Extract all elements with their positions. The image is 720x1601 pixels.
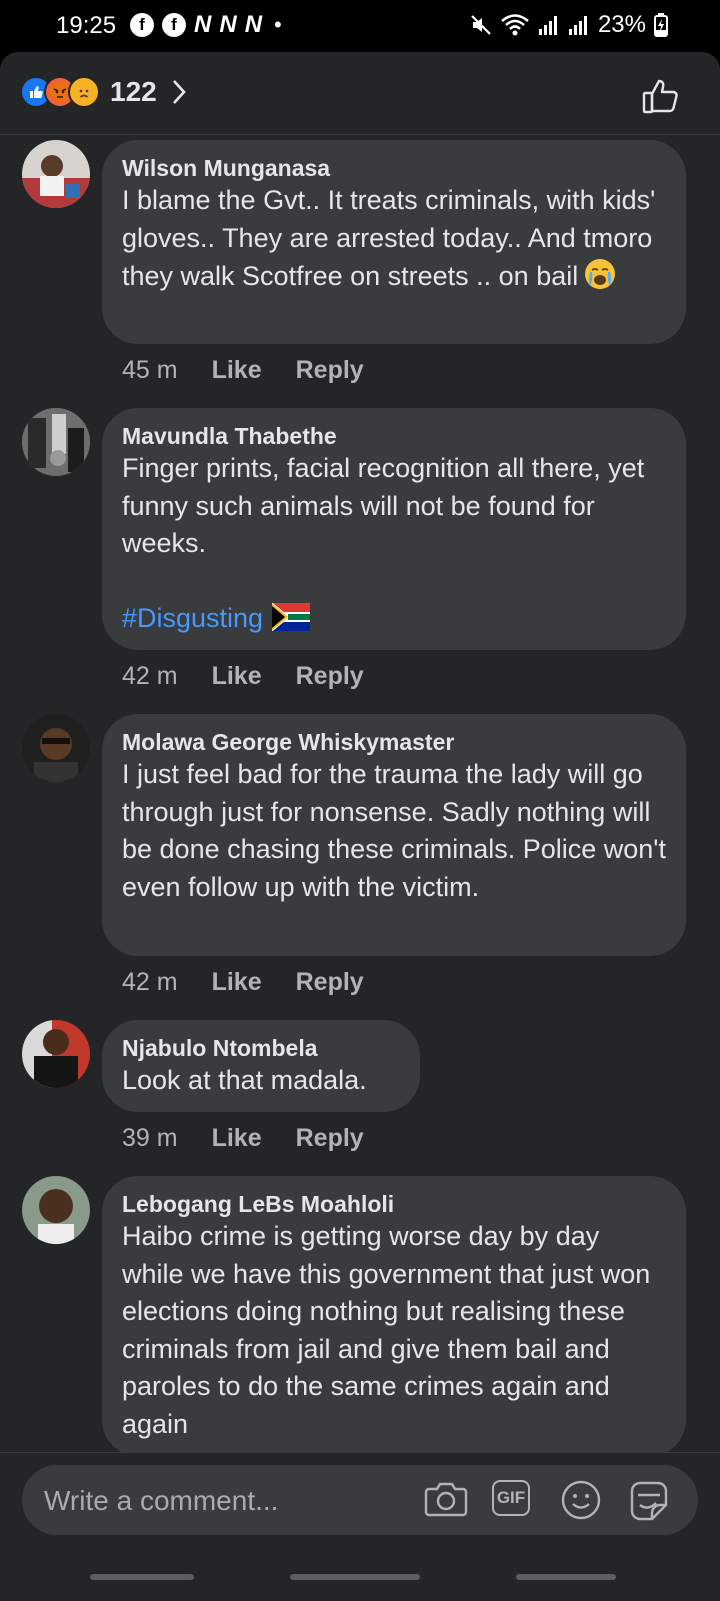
status-time: 19:25 [56,12,117,39]
comments-header: 122 [0,52,720,135]
nav-gesture-left [90,1574,194,1580]
commenter-name[interactable]: Lebogang LeBs Moahloli [122,1190,666,1218]
reply-button[interactable]: Reply [296,356,364,385]
avatar[interactable] [22,1020,90,1088]
sad-reaction-icon [68,76,100,108]
wifi-icon [501,14,529,36]
gif-label: GIF [496,1488,526,1507]
avatar[interactable] [22,408,90,476]
reply-button[interactable]: Reply [296,1124,364,1153]
comment-bubble: Lebogang LeBs Moahloli Haibo crime is ge… [102,1176,686,1456]
facebook-icon: f [130,13,154,37]
more-notifications-dot-icon: • [274,12,282,37]
like-button[interactable]: Like [212,662,262,691]
reply-button[interactable]: Reply [296,662,364,691]
reply-button[interactable]: Reply [296,968,364,997]
comment-timestamp: 42 m [122,662,178,690]
avatar[interactable] [22,140,90,208]
comment-timestamp: 42 m [122,968,178,996]
like-button[interactable]: Like [212,968,262,997]
avatar[interactable] [22,1176,90,1244]
chevron-right-icon [172,80,186,104]
facebook-icon: f [162,13,186,37]
comment-text: Haibo crime is getting worse day by day … [122,1221,651,1439]
commenter-name[interactable]: Mavundla Thabethe [122,422,666,450]
comment-actions: 39 m Like Reply [122,1124,364,1153]
hashtag-link[interactable]: #Disgusting [122,603,263,633]
like-post-icon[interactable] [642,78,680,114]
commenter-name[interactable]: Molawa George Whiskymaster [122,728,666,756]
status-right: 23% [470,11,668,39]
like-button[interactable]: Like [212,1124,262,1153]
sticker-icon[interactable] [626,1479,672,1525]
comment-actions: 42 m Like Reply [122,968,364,997]
battery-charging-icon [654,13,668,37]
comment-bubble: Mavundla Thabethe Finger prints, facial … [102,408,686,650]
signal-icon [568,16,587,35]
signal-icon [538,16,557,35]
comment-bubble: Molawa George Whiskymaster I just feel b… [102,714,686,956]
comment-text: Look at that madala. [122,1065,367,1095]
news24-icon: N [219,11,237,38]
commenter-name[interactable]: Wilson Munganasa [122,154,666,182]
crying-face-emoji-icon [584,259,615,289]
reaction-summary[interactable]: 122 [20,76,187,108]
comment-actions: 42 m Like Reply [122,662,364,691]
comment-timestamp: 39 m [122,1124,178,1152]
comment-text: I blame the Gvt.. It treats criminals, w… [122,185,656,291]
mute-icon [471,15,491,35]
notification-icons: f f N N N • [130,11,282,39]
commenter-name[interactable]: Njabulo Ntombela [122,1034,400,1062]
nav-gesture-right [516,1574,616,1580]
comment-input[interactable] [42,1481,426,1521]
like-button[interactable]: Like [212,356,262,385]
nav-gesture-home [290,1574,420,1580]
south-africa-flag-icon [271,602,310,631]
comment-composer: GIF [22,1465,698,1535]
avatar[interactable] [22,714,90,782]
comment-bubble: Wilson Munganasa I blame the Gvt.. It tr… [102,140,686,344]
news24-icon: N [194,11,212,38]
comment-actions: 45 m Like Reply [122,356,364,385]
gif-button[interactable]: GIF [492,1480,530,1516]
comment-text: I just feel bad for the trauma the lady … [122,759,666,902]
comment-bubble: Njabulo Ntombela Look at that madala. [102,1020,420,1112]
reaction-count: 122 [110,76,157,107]
comment-timestamp: 45 m [122,356,178,384]
news24-icon: N [244,11,263,38]
comment-text: Finger prints, facial recognition all th… [122,453,645,558]
battery-percent: 23% [597,11,646,38]
status-bar: 19:25 f f N N N • 23% [0,0,720,52]
camera-icon[interactable] [424,1479,468,1519]
emoji-icon[interactable] [560,1479,602,1521]
